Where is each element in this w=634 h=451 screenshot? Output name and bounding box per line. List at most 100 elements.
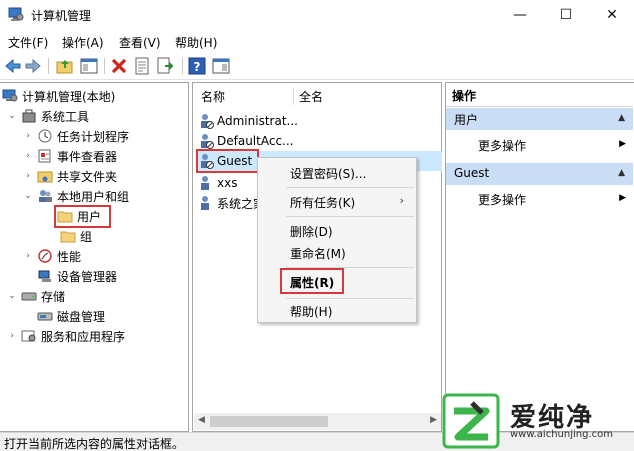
disk-icon [37, 312, 53, 321]
brand-url: www.aichunjing.com [510, 429, 613, 440]
tree-item-event-viewer[interactable]: › 事件查看器 [22, 146, 117, 166]
disabled-user-icon [201, 114, 214, 129]
menu-all-tasks[interactable]: 所有任务(K) [290, 194, 355, 211]
collapse-icon[interactable]: ▲ [618, 168, 625, 178]
tree-label: 任务计划程序 [57, 129, 130, 144]
forward-arrow-icon[interactable] [24, 57, 42, 75]
maximize-button[interactable]: ☐ [543, 0, 589, 30]
menu-separator [286, 298, 414, 299]
menu-separator [286, 216, 414, 217]
section-title: Guest [454, 166, 490, 180]
chevron-right-icon[interactable]: › [22, 171, 34, 181]
show-action-pane-icon[interactable] [212, 57, 230, 75]
menu-help[interactable]: 帮助(H) [290, 303, 332, 320]
status-text: 打开当前所选内容的属性对话框。 [4, 437, 185, 451]
device-manager-icon [38, 270, 51, 282]
column-separator[interactable] [293, 87, 294, 105]
tree-item-performance[interactable]: › 性能 [22, 246, 81, 266]
tree-item-computer-management[interactable]: 计算机管理(本地) [2, 86, 115, 106]
up-folder-icon[interactable] [56, 57, 74, 75]
help-icon[interactable]: ? [188, 57, 206, 75]
menu-bar: 文件(F) 操作(A) 查看(V) 帮助(H) [0, 30, 634, 52]
tree-label: 服务和应用程序 [41, 329, 126, 344]
tree-label: 存储 [41, 289, 66, 304]
user-name: Administrat... [217, 114, 298, 128]
actions-section-guest[interactable]: Guest ▲ [446, 163, 633, 185]
list-item[interactable]: Administrat... [198, 111, 298, 131]
performance-icon [38, 249, 52, 263]
shared-folder-icon [37, 171, 53, 183]
toolbar-separator [104, 58, 105, 74]
actions-header: 操作 [446, 83, 633, 107]
actions-panel: 操作 用户 ▲ 更多操作 ▶ Guest ▲ 更多操作 ▶ [445, 82, 634, 432]
window-title: 计算机管理 [31, 9, 92, 23]
chevron-down-icon[interactable]: ⌄ [22, 191, 34, 201]
menu-help[interactable]: 帮助(H) [175, 34, 217, 51]
highlight-box-users [54, 205, 111, 228]
tree-item-shared-folders[interactable]: › 共享文件夹 [22, 166, 117, 186]
chevron-down-icon[interactable]: ⌄ [6, 111, 18, 121]
user-icon [201, 176, 209, 190]
scroll-right-icon[interactable]: ▶ [430, 415, 437, 425]
section-title: 用户 [454, 113, 479, 127]
close-button[interactable]: ✕ [589, 0, 634, 30]
menu-action[interactable]: 操作(A) [62, 34, 104, 51]
actions-section-users[interactable]: 用户 ▲ [446, 108, 633, 130]
list-item[interactable]: 系统之家 [198, 193, 265, 213]
clock-icon [38, 129, 52, 143]
tree-item-task-scheduler[interactable]: › 任务计划程序 [22, 126, 129, 146]
tree-label: 性能 [57, 249, 82, 264]
tree-label: 设备管理器 [57, 269, 118, 284]
minimize-button[interactable]: — [497, 0, 543, 30]
tree-item-system-tools[interactable]: ⌄ 系统工具 [6, 106, 89, 126]
services-icon [21, 330, 36, 342]
disabled-user-icon [201, 134, 214, 149]
chevron-right-icon[interactable]: › [22, 151, 34, 161]
list-item[interactable]: DefaultAcc... [198, 131, 293, 151]
scroll-left-icon[interactable]: ◀ [198, 415, 205, 425]
computer-management-icon [2, 89, 18, 102]
title-bar: 计算机管理 — ☐ ✕ [0, 0, 634, 30]
list-item[interactable]: xxs [198, 173, 237, 193]
collapse-icon[interactable]: ▲ [618, 113, 625, 123]
column-header-name[interactable]: 名称 [201, 85, 225, 109]
tree-item-groups[interactable]: 组 [57, 226, 92, 246]
brand-logo-icon [442, 393, 500, 449]
user-name: DefaultAcc... [217, 134, 294, 148]
menu-set-password[interactable]: 设置密码(S)... [290, 165, 366, 182]
folder-icon [60, 231, 76, 243]
tree-item-device-manager[interactable]: 设备管理器 [34, 266, 117, 286]
chevron-right-icon[interactable]: › [6, 331, 18, 341]
menu-rename[interactable]: 重命名(M) [290, 245, 346, 262]
horizontal-scrollbar[interactable]: ◀ ▶ [194, 413, 441, 430]
properties-icon[interactable] [133, 57, 151, 75]
tree-item-disk-management[interactable]: 磁盘管理 [34, 306, 105, 326]
more-actions-users[interactable]: 更多操作 [478, 137, 526, 154]
chevron-down-icon[interactable]: ⌄ [6, 291, 18, 301]
tree-item-local-users-groups[interactable]: ⌄ 本地用户和组 [22, 186, 129, 206]
back-arrow-icon[interactable] [4, 57, 22, 75]
tree-item-services-apps[interactable]: › 服务和应用程序 [6, 326, 125, 346]
chevron-right-icon[interactable]: › [22, 131, 34, 141]
users-group-icon [39, 190, 52, 202]
tree-item-storage[interactable]: ⌄ 存储 [6, 286, 65, 306]
highlight-box-properties [280, 268, 344, 294]
more-actions-guest[interactable]: 更多操作 [478, 191, 526, 208]
submenu-arrow-icon: ▶ [619, 139, 626, 149]
svg-text:?: ? [194, 60, 201, 74]
menu-view[interactable]: 查看(V) [119, 34, 161, 51]
delete-icon[interactable] [110, 57, 128, 75]
show-hide-tree-icon[interactable] [80, 57, 98, 75]
column-header-fullname[interactable]: 全名 [299, 85, 323, 109]
tree-label: 共享文件夹 [57, 169, 118, 184]
chevron-right-icon[interactable]: › [22, 251, 34, 261]
tree-label: 磁盘管理 [57, 309, 106, 324]
tree-label: 系统工具 [41, 109, 90, 124]
scrollbar-thumb[interactable] [210, 416, 328, 427]
highlight-box-guest [196, 149, 259, 173]
export-list-icon[interactable] [156, 57, 174, 75]
tree-label: 事件查看器 [57, 149, 118, 164]
menu-file[interactable]: 文件(F) [8, 34, 48, 51]
toolbar-separator [182, 58, 183, 74]
menu-delete[interactable]: 删除(D) [290, 223, 333, 240]
